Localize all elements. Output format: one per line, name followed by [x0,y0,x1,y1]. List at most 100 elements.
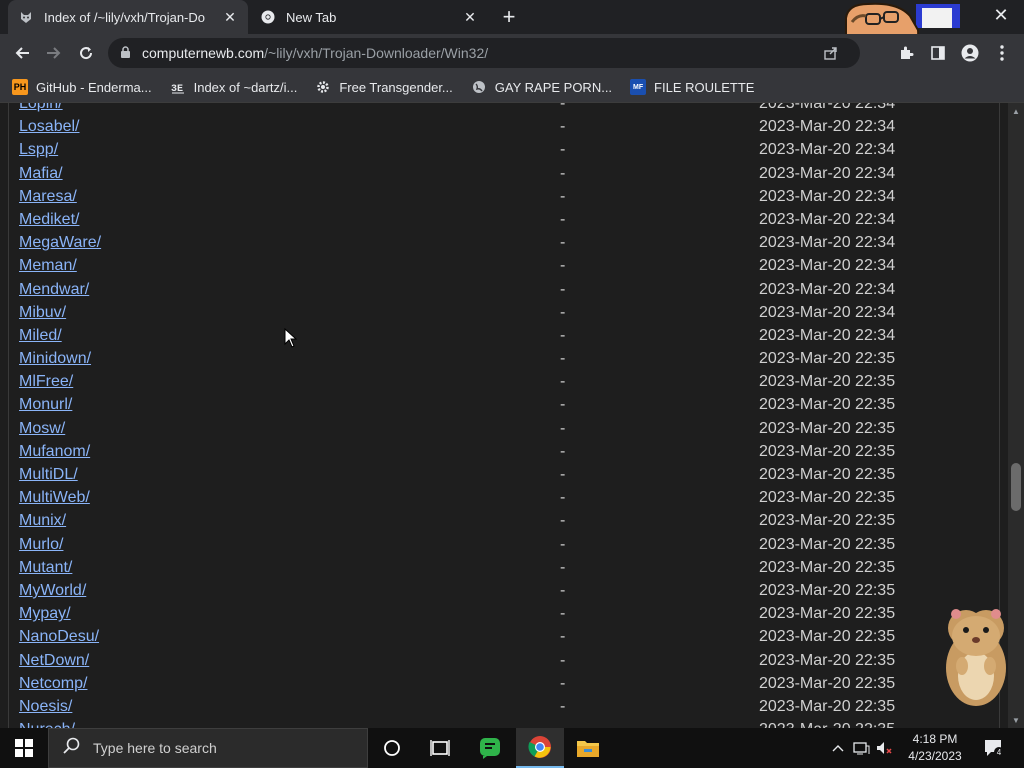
listing-row: MlFree/ - 2023-Mar-20 22:35 [0,370,1008,393]
profile-icon[interactable] [960,43,980,63]
mf-logo-icon: MF [630,79,647,95]
listing-row: Mutant/ - 2023-Mar-20 22:35 [0,556,1008,579]
scroll-up-icon[interactable]: ▲ [1008,103,1024,119]
chat-app-button[interactable] [466,728,514,768]
size-cell: - [560,257,566,275]
close-tab-icon[interactable]: ✕ [222,9,238,25]
date-cell: 2023-Mar-20 22:34 [759,257,896,275]
directory-link[interactable]: Mufanom/ [19,443,90,461]
volume-muted-icon[interactable] [874,728,896,768]
search-placeholder: Type here to search [93,740,217,756]
directory-link[interactable]: Mosw/ [19,420,65,438]
tab-new-tab[interactable]: New Tab ✕ [250,0,488,34]
new-tab-button[interactable]: + [498,6,520,29]
directory-link[interactable]: Mediket/ [19,211,79,229]
directory-link[interactable]: Munix/ [19,512,66,530]
listing-row: Netcomp/ - 2023-Mar-20 22:35 [0,672,1008,695]
show-hidden-icons[interactable] [828,728,848,768]
size-cell: - [560,280,566,298]
chrome-icon [260,9,276,25]
tab-title: Index of /~lily/vxh/Trojan-Do [44,9,206,25]
back-button[interactable] [10,41,34,65]
tab-index-of[interactable]: Index of /~lily/vxh/Trojan-Do ✕ [8,0,248,34]
mouse-cursor-icon [284,328,298,348]
directory-link[interactable]: Netcomp/ [19,675,87,693]
size-cell: - [560,651,566,669]
arrow-right-icon [47,47,61,59]
notification-center-button[interactable]: 4 [980,728,1008,768]
cortana-button[interactable] [368,728,416,768]
directory-link[interactable]: Mendwar/ [19,281,89,299]
directory-link[interactable]: Noesis/ [19,698,72,716]
listing-row: Murlo/ - 2023-Mar-20 22:35 [0,533,1008,556]
directory-link[interactable]: Losabel/ [19,118,80,136]
directory-link[interactable]: MyWorld/ [19,582,86,600]
bookmark-dartz[interactable]: 3E Index of ~dartz/i... [170,79,298,96]
file-explorer-button[interactable] [564,728,612,768]
directory-link[interactable]: MultiDL/ [19,466,78,484]
directory-link[interactable]: Mibuv/ [19,304,66,322]
directory-link[interactable]: Lspp/ [19,141,58,159]
extensions-icon[interactable] [896,43,916,63]
date-cell: 2023-Mar-20 22:35 [759,605,896,623]
start-button[interactable] [0,728,48,768]
date-cell: 2023-Mar-20 22:34 [759,234,896,252]
window-close-button[interactable]: ✕ [990,5,1012,27]
gear-icon [315,79,331,95]
directory-link[interactable]: MlFree/ [19,373,73,391]
date-cell: 2023-Mar-20 22:35 [759,581,896,599]
date-cell: 2023-Mar-20 22:35 [759,674,896,692]
directory-link[interactable]: NanoDesu/ [19,628,99,646]
arrow-left-icon [15,47,29,59]
network-icon[interactable] [850,728,872,768]
taskbar-search-box[interactable]: Type here to search [48,728,368,768]
size-cell: - [560,419,566,437]
directory-link[interactable]: Mutant/ [19,559,72,577]
listing-row: NetDown/ - 2023-Mar-20 22:35 [0,649,1008,672]
directory-link[interactable]: MegaWare/ [19,234,101,252]
vertical-scrollbar[interactable]: ▲ ▼ [1008,103,1024,728]
size-cell: - [560,350,566,368]
bookmark-gay[interactable]: GAY RAPE PORN... [471,79,612,95]
directory-link[interactable]: Murlo/ [19,536,63,554]
listing-row: MultiWeb/ - 2023-Mar-20 22:35 [0,486,1008,509]
directory-link[interactable]: Meman/ [19,257,77,275]
fox-icon [18,9,34,25]
directory-link[interactable]: Mypay/ [19,605,71,623]
scroll-thumb[interactable] [1011,463,1021,511]
directory-link[interactable]: NetDown/ [19,652,89,670]
bookmark-file-roulette[interactable]: MF FILE ROULETTE [630,79,754,95]
menu-kebab-icon[interactable] [992,43,1012,63]
chrome-taskbar-button[interactable] [516,728,564,768]
bookmark-free-transgender[interactable]: Free Transgender... [315,79,453,95]
scroll-down-icon[interactable]: ▼ [1008,712,1024,728]
side-panel-icon[interactable] [928,43,948,63]
size-cell: - [560,535,566,553]
share-icon[interactable] [824,46,840,60]
directory-link[interactable]: Maresa/ [19,188,77,206]
clock-date: 4/23/2023 [908,749,962,763]
close-tab-icon[interactable]: ✕ [462,9,478,25]
directory-link[interactable]: Lopin/ [19,103,63,113]
directory-link[interactable]: Minidown/ [19,350,91,368]
system-clock[interactable]: 4:18 PM 4/23/2023 [900,731,970,765]
date-cell: 2023-Mar-20 22:34 [759,303,896,321]
directory-link[interactable]: MultiWeb/ [19,489,90,507]
reload-button[interactable] [74,41,98,65]
forward-button[interactable] [42,41,66,65]
listing-row: Nurech/ - 2023-Mar-20 22:35 [0,718,1008,728]
tab-strip: Index of /~lily/vxh/Trojan-Do ✕ New Tab … [0,0,1024,60]
listing-row: Maresa/ - 2023-Mar-20 22:34 [0,185,1008,208]
cortana-icon [384,740,400,756]
listing-row: Minidown/ - 2023-Mar-20 22:35 [0,347,1008,370]
size-cell: - [560,628,566,646]
task-view-button[interactable] [416,728,464,768]
address-bar[interactable]: computernewb.com/~lily/vxh/Trojan-Downlo… [108,38,860,68]
directory-link[interactable]: Nurech/ [19,721,75,728]
directory-link[interactable]: Miled/ [19,327,62,345]
size-cell: - [560,721,565,728]
directory-link[interactable]: Mafia/ [19,165,63,183]
bookmark-label: FILE ROULETTE [654,79,755,95]
bookmark-github[interactable]: PH GitHub - Enderma... [12,79,152,95]
directory-link[interactable]: Monurl/ [19,396,72,414]
